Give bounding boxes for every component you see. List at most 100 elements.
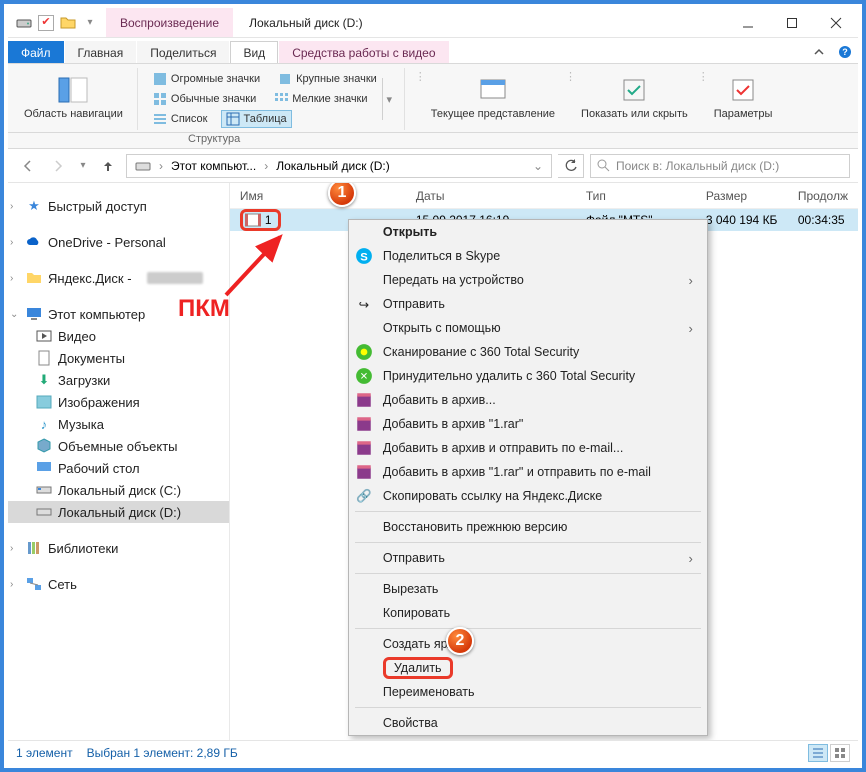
ctx-cast[interactable]: Передать на устройство› bbox=[349, 268, 707, 292]
layout-more-button[interactable]: ▾ bbox=[382, 78, 396, 120]
ctx-force-delete-360[interactable]: ✕Принудительно удалить с 360 Total Secur… bbox=[349, 364, 707, 388]
tree-network[interactable]: ›Сеть bbox=[8, 573, 229, 595]
svg-text:✕: ✕ bbox=[360, 371, 368, 382]
drive-icon bbox=[36, 504, 52, 520]
picture-icon bbox=[36, 394, 52, 410]
drive-icon bbox=[131, 159, 155, 173]
ctx-rename[interactable]: Переименовать bbox=[349, 680, 707, 704]
svg-text:S: S bbox=[360, 252, 368, 264]
ctx-cut[interactable]: Вырезать bbox=[349, 577, 707, 601]
current-view-button[interactable]: Текущее представление bbox=[425, 70, 561, 124]
search-icon bbox=[597, 159, 610, 172]
qat-overflow-icon[interactable]: ▾ bbox=[82, 15, 98, 31]
column-name[interactable]: Имя bbox=[230, 183, 406, 208]
tree-videos[interactable]: Видео bbox=[8, 325, 229, 347]
column-date[interactable]: Даты bbox=[406, 183, 576, 208]
tree-music[interactable]: ♪Музыка bbox=[8, 413, 229, 435]
ctx-add-to-1rar[interactable]: Добавить в архив "1.rar" bbox=[349, 412, 707, 436]
cloud-icon bbox=[26, 234, 42, 250]
tree-disk-c[interactable]: Локальный диск (C:) bbox=[8, 479, 229, 501]
tree-downloads[interactable]: ⬇Загрузки bbox=[8, 369, 229, 391]
forward-button[interactable] bbox=[46, 154, 70, 178]
column-headers[interactable]: Имя Даты Тип Размер Продолж bbox=[230, 183, 858, 209]
file-size: 3 040 194 КБ bbox=[696, 213, 788, 227]
breadcrumb-dropdown[interactable]: ⌄ bbox=[529, 159, 547, 173]
tree-documents[interactable]: Документы bbox=[8, 347, 229, 369]
ctx-create-shortcut[interactable]: Создать ярлык bbox=[349, 632, 707, 656]
tab-view[interactable]: Вид bbox=[230, 41, 278, 63]
ctx-copy[interactable]: Копировать bbox=[349, 601, 707, 625]
ctx-restore-version[interactable]: Восстановить прежнюю версию bbox=[349, 515, 707, 539]
show-hide-button[interactable]: Показать или скрыть bbox=[575, 70, 694, 124]
view-icons-toggle[interactable] bbox=[830, 744, 850, 762]
tree-disk-d[interactable]: Локальный диск (D:) bbox=[8, 501, 229, 523]
breadcrumb-item[interactable]: Локальный диск (D:) bbox=[272, 159, 394, 173]
collapse-ribbon-button[interactable] bbox=[806, 41, 832, 63]
ctx-yandex-link[interactable]: 🔗Скопировать ссылку на Яндекс.Диске bbox=[349, 484, 707, 508]
yandex-icon bbox=[26, 270, 42, 286]
document-icon bbox=[36, 350, 52, 366]
tab-share[interactable]: Поделиться bbox=[137, 41, 229, 63]
maximize-button[interactable] bbox=[770, 8, 814, 37]
share-icon: ↪ bbox=[355, 295, 373, 313]
breadcrumb-root[interactable]: Этот компьют... bbox=[167, 159, 260, 173]
ctx-archive-1rar-mail[interactable]: Добавить в архив "1.rar" и отправить по … bbox=[349, 460, 707, 484]
ctx-skype[interactable]: SПоделиться в Skype bbox=[349, 244, 707, 268]
up-button[interactable] bbox=[96, 154, 120, 178]
tree-desktop[interactable]: Рабочий стол bbox=[8, 457, 229, 479]
status-bar: 1 элемент Выбран 1 элемент: 2,89 ГБ bbox=[8, 740, 858, 764]
navigation-tree[interactable]: ›★Быстрый доступ ›OneDrive - Personal ›Я… bbox=[8, 183, 230, 740]
help-button[interactable]: ? bbox=[832, 41, 858, 63]
folder-icon bbox=[60, 15, 76, 31]
ctx-properties[interactable]: Свойства bbox=[349, 711, 707, 735]
drive-icon bbox=[36, 482, 52, 498]
music-icon: ♪ bbox=[36, 416, 52, 432]
ctx-delete[interactable]: Удалить bbox=[349, 656, 707, 680]
ctx-add-to-archive[interactable]: Добавить в архив... bbox=[349, 388, 707, 412]
tree-onedrive[interactable]: ›OneDrive - Personal bbox=[8, 231, 229, 253]
navigation-pane-label: Область навигации bbox=[24, 108, 123, 120]
tab-media-tools[interactable]: Средства работы с видео bbox=[279, 41, 448, 63]
context-menu: Открыть SПоделиться в Skype Передать на … bbox=[348, 219, 708, 736]
tree-quick-access[interactable]: ›★Быстрый доступ bbox=[8, 195, 229, 217]
view-details-toggle[interactable] bbox=[808, 744, 828, 762]
tree-pictures[interactable]: Изображения bbox=[8, 391, 229, 413]
column-type[interactable]: Тип bbox=[576, 183, 696, 208]
desktop-icon bbox=[36, 460, 52, 476]
ctx-archive-mail[interactable]: Добавить в архив и отправить по e-mail..… bbox=[349, 436, 707, 460]
tree-libraries[interactable]: ›Библиотеки bbox=[8, 537, 229, 559]
ctx-open[interactable]: Открыть bbox=[349, 220, 707, 244]
tree-yandex-disk[interactable]: ›Яндекс.Диск - bbox=[8, 267, 229, 289]
breadcrumb[interactable]: › Этот компьют... › Локальный диск (D:) … bbox=[126, 154, 552, 178]
history-dropdown[interactable]: ▾ bbox=[76, 154, 90, 178]
column-size[interactable]: Размер bbox=[696, 183, 788, 208]
file-list[interactable]: Имя Даты Тип Размер Продолж 1 15.09.2017… bbox=[230, 183, 858, 740]
ribbon-tabs: Файл Главная Поделиться Вид Средства раб… bbox=[8, 38, 858, 64]
ctx-scan-360[interactable]: Сканирование с 360 Total Security bbox=[349, 340, 707, 364]
refresh-button[interactable] bbox=[558, 154, 584, 178]
annotation-badge-2: 2 bbox=[446, 627, 474, 655]
ctx-share[interactable]: ↪Отправить bbox=[349, 292, 707, 316]
options-button[interactable]: Параметры bbox=[708, 70, 779, 124]
winrar-icon bbox=[355, 415, 373, 433]
pc-icon bbox=[26, 306, 42, 322]
search-input[interactable]: Поиск в: Локальный диск (D:) bbox=[590, 154, 850, 178]
back-button[interactable] bbox=[16, 154, 40, 178]
file-name: 1 bbox=[265, 213, 272, 227]
minimize-button[interactable] bbox=[726, 8, 770, 37]
navigation-pane-button[interactable]: Область навигации bbox=[18, 70, 129, 124]
layout-gallery[interactable]: Огромные значки Крупные значки Обычные з… bbox=[148, 70, 382, 128]
close-button[interactable] bbox=[814, 8, 858, 37]
checkbox-icon[interactable]: ✔ bbox=[38, 15, 54, 31]
annotation-pkm: ПКМ bbox=[178, 295, 230, 323]
tab-home[interactable]: Главная bbox=[65, 41, 137, 63]
file-item[interactable]: 1 bbox=[240, 209, 281, 231]
tree-3d-objects[interactable]: Объемные объекты bbox=[8, 435, 229, 457]
ribbon-group-label: Структура bbox=[188, 133, 240, 145]
ctx-open-with[interactable]: Открыть с помощью› bbox=[349, 316, 707, 340]
status-count: 1 элемент bbox=[16, 746, 73, 760]
ctx-send-to[interactable]: Отправить› bbox=[349, 546, 707, 570]
tab-file[interactable]: Файл bbox=[8, 41, 64, 63]
network-icon bbox=[26, 576, 42, 592]
column-duration[interactable]: Продолж bbox=[788, 183, 858, 208]
